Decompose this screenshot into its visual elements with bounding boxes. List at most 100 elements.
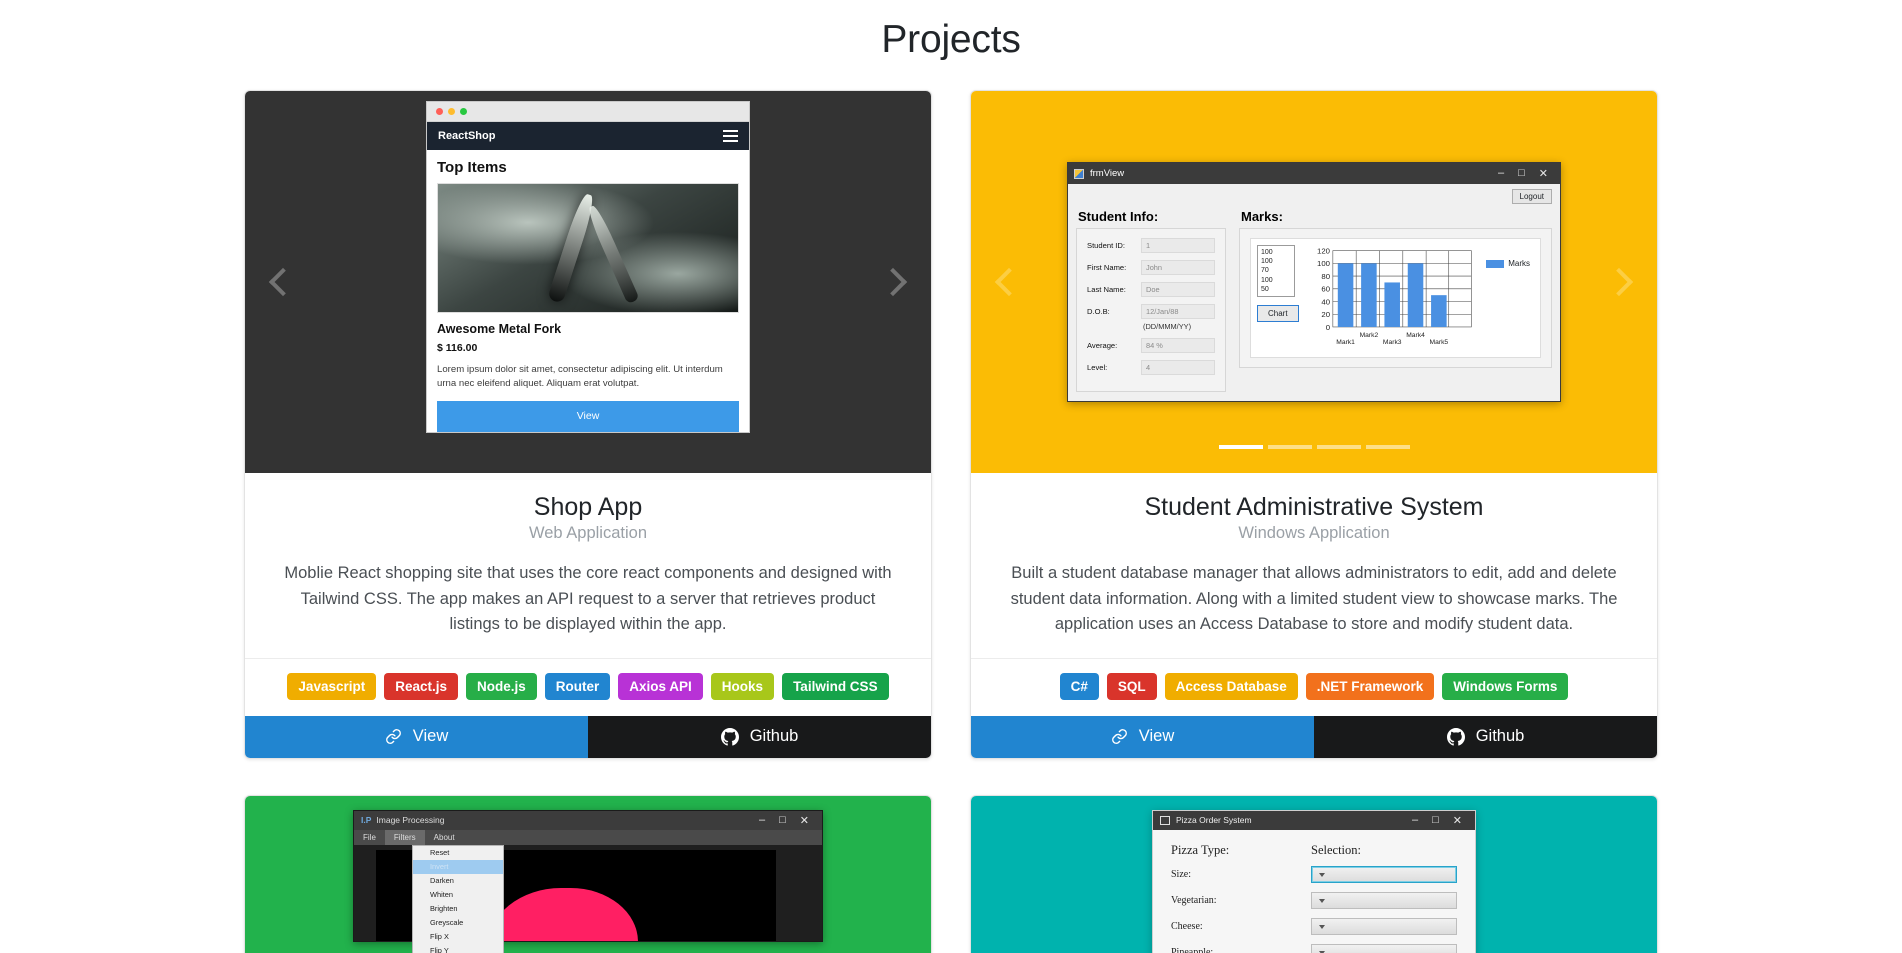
menu-item-brighten[interactable]: Brighten: [413, 902, 503, 916]
legend-swatch: [1486, 260, 1505, 268]
window-titlebar: Pizza Order System – □ ✕: [1153, 810, 1475, 830]
carousel-next-button[interactable]: [855, 91, 931, 473]
tech-badge: SQL: [1106, 672, 1157, 700]
app-icon: [1160, 815, 1170, 825]
project-card-pizza-order: Pizza Order System – □ ✕ Pizza Type: Sel…: [970, 794, 1658, 953]
view-button[interactable]: View: [971, 715, 1314, 758]
link-icon: [385, 728, 402, 745]
menu-item-flip-x[interactable]: Flip X: [413, 930, 503, 944]
menu-item-darken[interactable]: Darken: [413, 874, 503, 888]
minimize-icon[interactable]: –: [1498, 167, 1504, 180]
student-info-panel: Student ID: 1 First Name: John Last Name…: [1076, 228, 1226, 392]
field-row: Student ID: 1: [1087, 238, 1215, 253]
dob-format-hint: (DD/MMM/YY): [1143, 322, 1192, 331]
close-icon[interactable]: ✕: [1453, 814, 1462, 827]
size-dropdown[interactable]: [1311, 865, 1457, 883]
maximize-icon[interactable]: □: [1432, 814, 1439, 827]
github-button[interactable]: Github: [588, 715, 931, 758]
window-titlebar: frmView – □ ✕: [1068, 163, 1560, 184]
vegetarian-dropdown[interactable]: [1311, 891, 1457, 909]
pizza-order-window-mockup: Pizza Order System – □ ✕ Pizza Type: Sel…: [1152, 809, 1476, 953]
pineapple-dropdown[interactable]: [1311, 943, 1457, 953]
minimize-icon[interactable]: –: [1412, 814, 1418, 827]
form-row-pineapple: Pineapple:: [1171, 943, 1457, 953]
chart-button[interactable]: Chart: [1257, 305, 1299, 323]
field-row: Average: 84 %: [1087, 338, 1215, 353]
close-icon[interactable]: ✕: [800, 814, 809, 827]
view-button[interactable]: View: [245, 715, 588, 758]
svg-text:20: 20: [1321, 310, 1330, 319]
form-headings: Pizza Type: Selection:: [1171, 843, 1457, 858]
student-id-input[interactable]: 1: [1141, 238, 1215, 253]
field-row: First Name: John: [1087, 260, 1215, 275]
app-icon: I.P: [361, 815, 372, 826]
carousel-prev-button[interactable]: [971, 91, 1047, 473]
hamburger-icon[interactable]: [723, 130, 738, 142]
field-label: Last Name:: [1087, 285, 1126, 294]
carousel-image-processing: I.P Image Processing – □ ✕ File Filters …: [245, 795, 931, 953]
bar-chart-svg: 120 100 80 60 40 20 0 Mark1 Mark2 Mark3 …: [1317, 246, 1472, 346]
level-input[interactable]: 4: [1141, 360, 1215, 375]
tech-badge: .NET Framework: [1305, 672, 1435, 700]
page-title: Projects: [881, 18, 1021, 61]
maximize-icon[interactable]: □: [779, 814, 786, 827]
project-card-student-admin: frmView – □ ✕ Logout Student Info: Stude…: [970, 90, 1658, 759]
carousel-indicator[interactable]: [1267, 445, 1312, 449]
maximize-icon[interactable]: □: [1518, 167, 1525, 180]
svg-text:60: 60: [1321, 285, 1330, 294]
marks-heading: Marks:: [1241, 209, 1283, 224]
pineapple-label: Pineapple:: [1171, 946, 1214, 953]
marks-listbox-column: 100 100 70 100 50 Chart: [1257, 245, 1299, 351]
project-description: Moblie React shopping site that uses the…: [284, 564, 892, 634]
menu-item-invert[interactable]: Invert: [413, 859, 503, 874]
filters-dropdown-menu[interactable]: Reset Invert Darken Whiten Brighten Grey…: [412, 844, 504, 953]
average-input[interactable]: 84 %: [1141, 338, 1215, 353]
card-body-student-admin: Student Administrative System Windows Ap…: [971, 473, 1657, 658]
window-controls: – □ ✕: [1412, 814, 1468, 827]
view-button-label: View: [412, 727, 449, 746]
cheese-dropdown[interactable]: [1311, 917, 1457, 935]
window-title: Pizza Order System: [1176, 815, 1252, 826]
selection-heading: Selection:: [1311, 842, 1361, 857]
tech-badge: Router: [544, 672, 611, 700]
menu-item-whiten[interactable]: Whiten: [413, 888, 503, 902]
field-label: Level:: [1087, 363, 1108, 372]
card-body-shop-app: Shop App Web Application Moblie React sh…: [245, 473, 931, 658]
cheese-label: Cheese:: [1171, 920, 1203, 932]
menu-item-about[interactable]: About: [425, 830, 464, 845]
github-button-label: Github: [749, 727, 799, 746]
first-name-input[interactable]: John: [1141, 260, 1215, 275]
tech-badge: Windows Forms: [1442, 672, 1569, 700]
product-name: Awesome Metal Fork: [437, 322, 562, 336]
last-name-input[interactable]: Doe: [1141, 282, 1215, 297]
product-view-button[interactable]: View: [437, 400, 739, 432]
github-button-label: Github: [1475, 727, 1525, 746]
logout-button[interactable]: Logout: [1511, 189, 1552, 204]
window-controls: – □ ✕: [1498, 167, 1554, 180]
form-row-size: Size:: [1171, 865, 1457, 883]
menu-item-flip-y[interactable]: Flip Y: [413, 944, 503, 953]
carousel-prev-button[interactable]: [245, 91, 321, 473]
carousel-indicator[interactable]: [1316, 445, 1361, 449]
project-card-shop-app: ReactShop Top Items Awesome Metal Fork $…: [244, 90, 932, 759]
form-row-vegetarian: Vegetarian:: [1171, 891, 1457, 909]
projects-page: Projects ReactShop Top Items Awesome Met…: [0, 0, 1902, 953]
svg-text:Mark3: Mark3: [1382, 339, 1401, 346]
project-title: Shop App: [533, 493, 643, 521]
minimize-icon[interactable]: –: [759, 814, 765, 827]
menu-item-reset[interactable]: Reset: [413, 846, 503, 860]
github-button[interactable]: Github: [1314, 715, 1657, 758]
carousel-next-button[interactable]: [1581, 91, 1657, 473]
marks-listbox[interactable]: 100 100 70 100 50: [1257, 245, 1295, 298]
menu-item-greyscale[interactable]: Greyscale: [413, 916, 503, 930]
carousel-indicator[interactable]: [1218, 445, 1263, 449]
close-icon[interactable]: ✕: [1539, 167, 1548, 180]
chevron-left-icon: [994, 267, 1024, 297]
svg-text:Mark4: Mark4: [1406, 332, 1425, 339]
menu-item-filters[interactable]: Filters: [384, 829, 425, 845]
app-icon: [1074, 168, 1084, 179]
dob-input[interactable]: 12/Jan/88: [1141, 304, 1215, 319]
carousel-indicator[interactable]: [1365, 445, 1410, 449]
menu-item-file[interactable]: File: [354, 830, 385, 845]
carousel-pizza-order: Pizza Order System – □ ✕ Pizza Type: Sel…: [971, 795, 1657, 953]
